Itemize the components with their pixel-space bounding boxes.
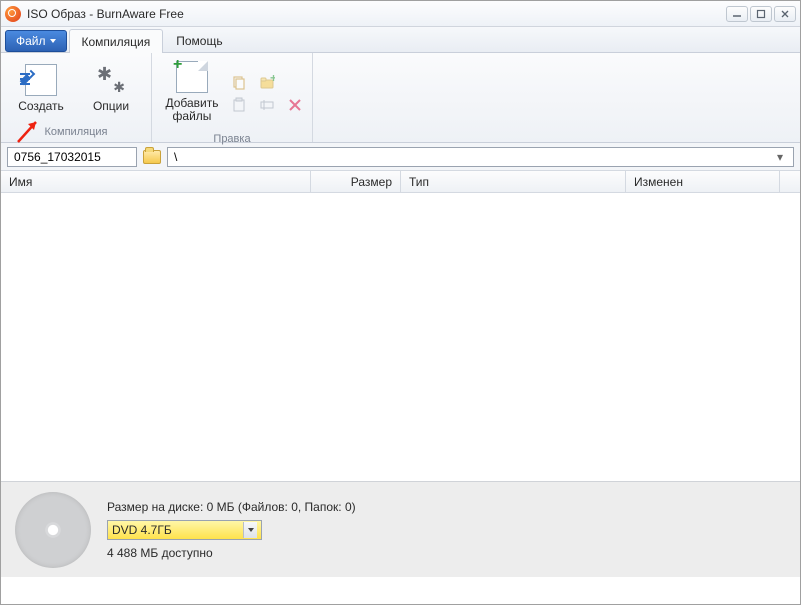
tab-compilation[interactable]: Компиляция: [69, 29, 164, 53]
maximize-button[interactable]: [750, 6, 772, 22]
column-headers: Имя Размер Тип Изменен: [1, 171, 800, 193]
add-files-button[interactable]: Добавить файлы: [160, 57, 224, 127]
chevron-down-icon[interactable]: [243, 522, 257, 538]
file-list[interactable]: [1, 193, 800, 481]
titlebar: ISO Образ - BurnAware Free: [1, 1, 800, 27]
tab-label: Компиляция: [82, 35, 151, 49]
gears-icon: [95, 64, 127, 96]
ribbon: Создать Опции Компиляция Добавить файлы …: [1, 53, 800, 143]
path-bar: 0756_17032015 \ ▾: [1, 143, 800, 171]
column-tail: [780, 171, 800, 192]
disc-icon: [15, 492, 91, 568]
status-bar: Размер на диске: 0 МБ (Файлов: 0, Папок:…: [1, 481, 800, 577]
disc-type-value: DVD 4.7ГБ: [112, 523, 172, 537]
tab-label: Помощь: [176, 34, 222, 48]
rename-button[interactable]: [258, 96, 276, 114]
column-name[interactable]: Имя: [1, 171, 311, 192]
caret-down-icon: [50, 39, 56, 43]
disc-summary: Размер на диске: 0 МБ (Файлов: 0, Папок:…: [107, 500, 356, 514]
window-title: ISO Образ - BurnAware Free: [27, 7, 184, 21]
paste-button[interactable]: [230, 96, 248, 114]
path-input[interactable]: \ ▾: [167, 147, 794, 167]
tab-help[interactable]: Помощь: [163, 28, 235, 52]
delete-button[interactable]: [286, 96, 304, 114]
app-icon: [5, 6, 21, 22]
ribbon-group-compilation: Создать Опции Компиляция: [1, 53, 152, 142]
edit-small-buttons: +: [230, 70, 304, 114]
folder-icon: [143, 150, 161, 164]
path-value: \: [174, 150, 177, 164]
burn-icon: [25, 64, 57, 96]
burn-label: Создать: [18, 100, 64, 113]
project-name-input[interactable]: 0756_17032015: [7, 147, 137, 167]
disc-available: 4 488 МБ доступно: [107, 546, 356, 560]
file-menu-label: Файл: [16, 34, 46, 48]
ribbon-group-label: Компиляция: [1, 124, 151, 142]
add-files-label: Добавить файлы: [162, 97, 222, 123]
add-file-icon: [176, 61, 208, 93]
svg-text:+: +: [270, 75, 275, 85]
project-name-value: 0756_17032015: [14, 150, 101, 164]
column-label: Изменен: [634, 175, 683, 189]
column-label: Размер: [351, 175, 392, 189]
column-label: Имя: [9, 175, 32, 189]
burn-button[interactable]: Создать: [9, 60, 73, 117]
new-folder-button[interactable]: +: [258, 74, 276, 92]
column-label: Тип: [409, 175, 429, 189]
column-size[interactable]: Размер: [311, 171, 401, 192]
minimize-button[interactable]: [726, 6, 748, 22]
column-type[interactable]: Тип: [401, 171, 626, 192]
menu-tabs: Файл Компиляция Помощь: [1, 27, 800, 53]
options-label: Опции: [93, 100, 129, 113]
file-menu-button[interactable]: Файл: [5, 30, 67, 52]
options-button[interactable]: Опции: [79, 60, 143, 117]
close-button[interactable]: [774, 6, 796, 22]
copy-button[interactable]: [230, 74, 248, 92]
column-modified[interactable]: Изменен: [626, 171, 780, 192]
disc-type-dropdown[interactable]: DVD 4.7ГБ: [107, 520, 262, 540]
ribbon-group-edit: Добавить файлы + Правка: [152, 53, 313, 142]
path-dropdown-button[interactable]: ▾: [773, 150, 787, 164]
